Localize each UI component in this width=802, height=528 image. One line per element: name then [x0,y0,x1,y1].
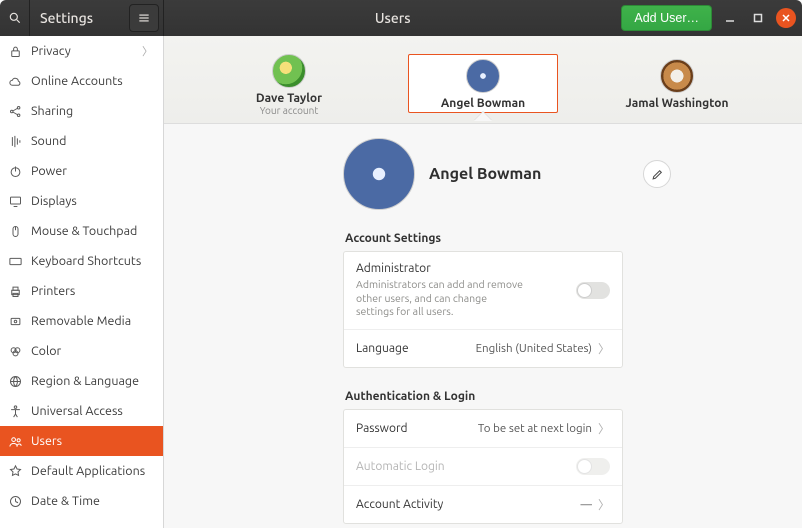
sidebar-item-date[interactable]: Date & Time [0,486,163,516]
sidebar-item-label: Default Applications [31,464,145,478]
administrator-toggle[interactable] [576,282,610,299]
auto-login-label: Automatic Login [356,460,445,473]
add-user-button[interactable]: Add User… [621,5,712,31]
administrator-row: Administrator Administrators can add and… [344,252,622,330]
sidebar-item-share[interactable]: Sharing [0,96,163,126]
account-settings-title: Account Settings [345,232,623,245]
hamburger-button[interactable] [129,4,159,32]
profile-header: Angel Bowman [343,138,623,210]
sidebar-item-access[interactable]: Universal Access [0,396,163,426]
search-button[interactable] [0,0,30,36]
auto-login-row: Automatic Login [344,448,622,486]
titlebar-right: Add User… [621,5,802,31]
user-avatar [466,59,500,93]
sidebar-item-label: Privacy [31,44,71,58]
sidebar-item-label: Printers [31,284,75,298]
activity-row[interactable]: Account Activity — 〉 [344,486,622,523]
password-label: Password [356,422,408,435]
language-label: Language [356,342,409,355]
chevron-right-icon: 〉 [598,340,610,357]
sidebar-item-label: Keyboard Shortcuts [31,254,141,268]
sidebar-item-label: Sharing [31,104,73,118]
sidebar-item-printer[interactable]: Printers [0,276,163,306]
auth-login-section: Authentication & Login Password To be se… [343,386,623,528]
auth-login-title: Authentication & Login [345,390,623,403]
app-title: Settings [30,10,129,26]
user-chooser: Dave TaylorYour account Angel Bowman Jamal… [164,36,802,124]
sidebar-item-privacy[interactable]: Privacy 〉 [0,36,163,66]
language-value: English (United States) [476,342,592,355]
sidebar-item-label: Universal Access [31,404,123,418]
profile-avatar[interactable] [343,138,415,210]
chevron-right-icon: 〉 [598,420,610,437]
sidebar-item-keyboard[interactable]: Keyboard Shortcuts [0,246,163,276]
search-icon [8,11,22,25]
maximize-button[interactable] [748,8,768,28]
titlebar: Settings Users Add User… [0,0,802,36]
minimize-button[interactable] [720,8,740,28]
administrator-label: Administrator [356,262,526,275]
sidebar-item-cloud[interactable]: Online Accounts [0,66,163,96]
password-row[interactable]: Password To be set at next login 〉 [344,410,622,448]
user-chip-name: Angel Bowman [441,97,525,110]
user-chip[interactable]: Angel Bowman [408,54,558,113]
chevron-right-icon: 〉 [598,496,610,513]
hamburger-icon [137,11,151,25]
user-chip[interactable]: Dave TaylorYour account [214,49,364,119]
maximize-icon [753,13,763,23]
content: Angel Bowman Account Settings Administra… [164,124,802,528]
sidebar-item-label: Region & Language [31,374,139,388]
sidebar-item-power[interactable]: Power [0,156,163,186]
user-avatar [660,59,694,93]
sidebar-item-color[interactable]: Color [0,336,163,366]
pencil-icon [651,168,664,181]
edit-name-button[interactable] [643,160,671,188]
sidebar-item-mouse[interactable]: Mouse & Touchpad [0,216,163,246]
user-chip-subtitle: Your account [260,105,319,116]
account-settings-section: Account Settings Administrator Administr… [343,228,623,386]
chevron-right-icon: 〉 [142,43,153,59]
sidebar-item-media[interactable]: Removable Media [0,306,163,336]
sidebar-item-label: Mouse & Touchpad [31,224,137,238]
titlebar-left: Settings [0,0,164,36]
profile-name: Angel Bowman [429,165,541,183]
sidebar: Privacy 〉 Online Accounts Sharing Sound Power… [0,36,164,528]
sidebar-item-label: Color [31,344,61,358]
sidebar-item-label: Online Accounts [31,74,123,88]
activity-value: — [581,498,592,511]
main-panel: Dave TaylorYour account Angel Bowman Jamal… [164,36,802,528]
sidebar-item-label: Sound [31,134,66,148]
close-button[interactable] [776,8,796,28]
language-row[interactable]: Language English (United States) 〉 [344,330,622,367]
administrator-description: Administrators can add and remove other … [356,278,526,319]
activity-label: Account Activity [356,498,443,511]
sidebar-item-sound[interactable]: Sound [0,126,163,156]
sidebar-item-label: Date & Time [31,494,100,508]
user-avatar [272,54,306,88]
sidebar-item-displays[interactable]: Displays [0,186,163,216]
account-settings-panel: Administrator Administrators can add and… [343,251,623,368]
sidebar-item-label: Displays [31,194,77,208]
user-chip[interactable]: Jamal Washington [602,54,752,113]
sidebar-item-region[interactable]: Region & Language [0,366,163,396]
sidebar-item-label: Users [31,434,62,448]
close-icon [781,13,791,23]
user-chip-name: Jamal Washington [626,97,729,110]
sidebar-item-label: Removable Media [31,314,131,328]
auto-login-toggle [576,458,610,475]
sidebar-item-label: Power [31,164,67,178]
sidebar-item-users[interactable]: Users [0,426,163,456]
password-value: To be set at next login [478,422,592,435]
page-title: Users [164,10,621,26]
sidebar-item-default[interactable]: Default Applications [0,456,163,486]
minimize-icon [725,13,735,23]
user-chip-name: Dave Taylor [256,92,322,105]
auth-login-panel: Password To be set at next login 〉 Autom… [343,409,623,524]
